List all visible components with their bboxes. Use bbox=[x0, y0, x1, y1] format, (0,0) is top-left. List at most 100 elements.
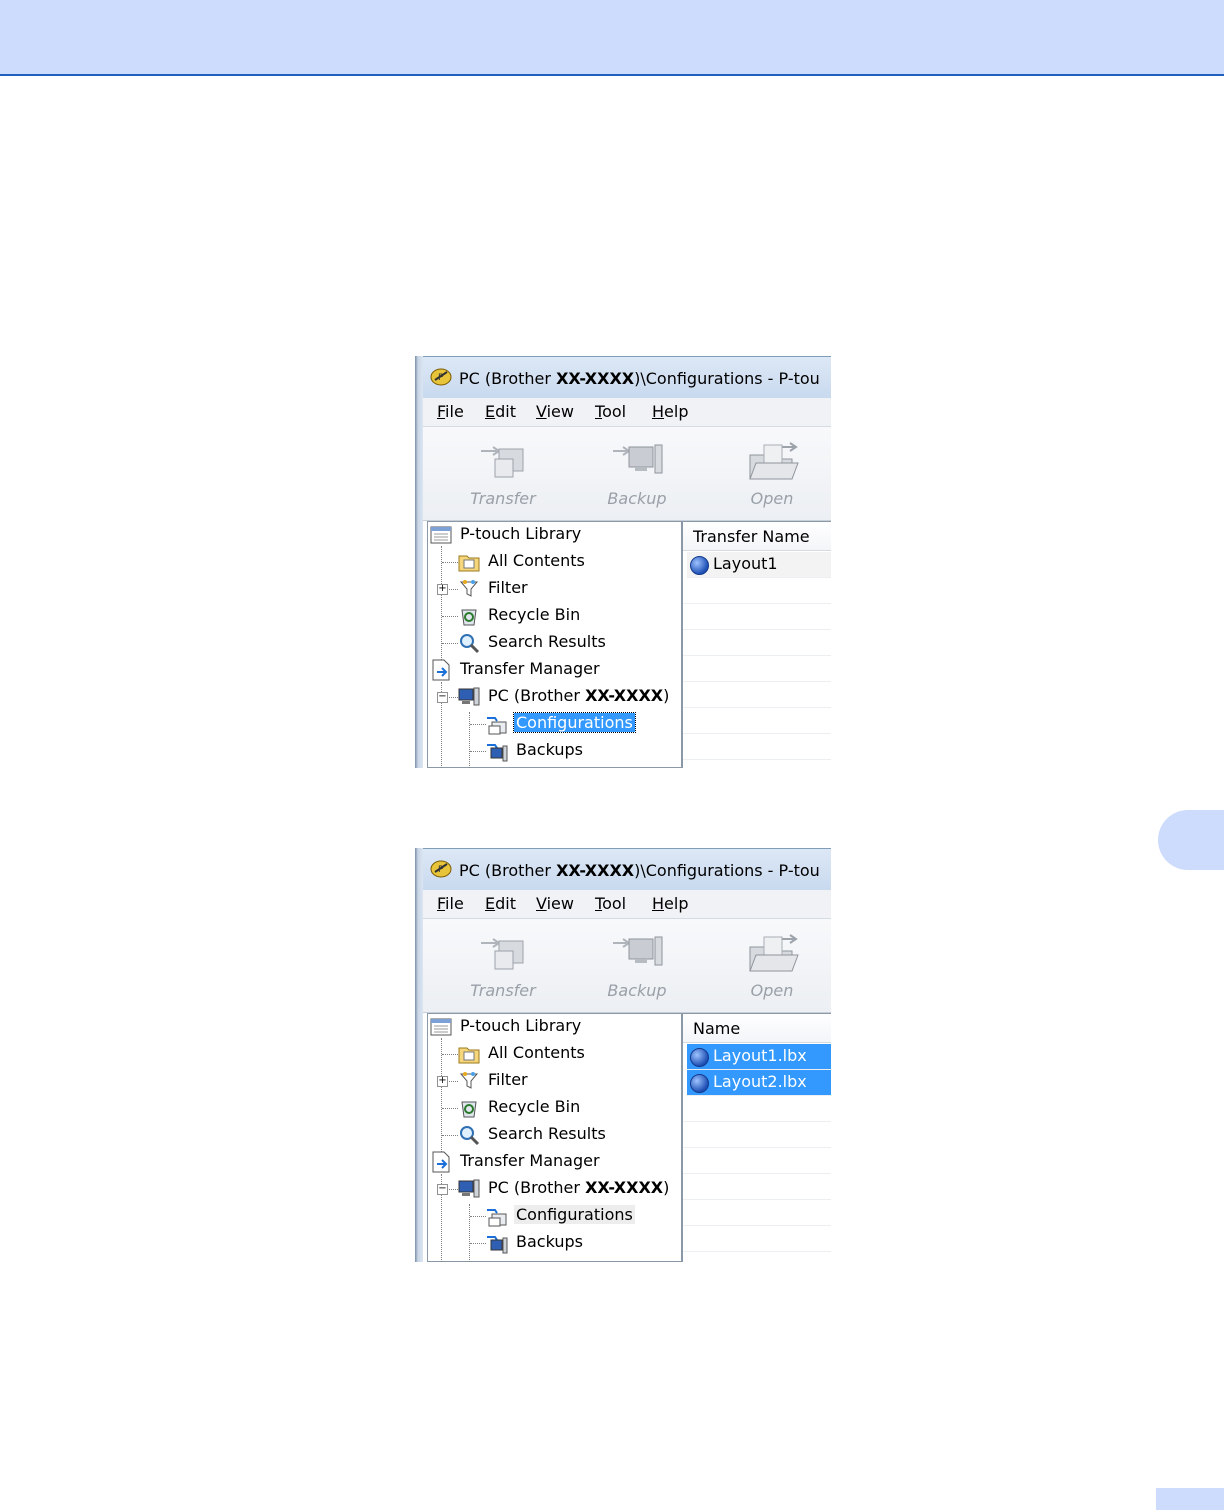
expand-filter-toggle[interactable]: + bbox=[437, 584, 448, 595]
tree-label: Recycle Bin bbox=[488, 605, 581, 624]
transfer-label: Transfer bbox=[470, 489, 536, 508]
menu-label-rest: iew bbox=[546, 402, 574, 421]
menu-file[interactable]: File bbox=[437, 894, 464, 913]
menu-edit[interactable]: Edit bbox=[485, 894, 516, 913]
tree-label: P-touch Library bbox=[460, 524, 582, 543]
open-button[interactable]: Open bbox=[722, 433, 822, 517]
grid-line bbox=[683, 681, 831, 682]
transfer-icon bbox=[481, 446, 524, 478]
tree-label: Backups bbox=[516, 1232, 583, 1251]
tree-line bbox=[442, 1108, 458, 1109]
transfer-button[interactable]: Transfer bbox=[453, 433, 553, 517]
computer-icon bbox=[458, 1179, 480, 1198]
list-row-label: Layout1 bbox=[713, 554, 778, 573]
list-row-layout2-lbx[interactable]: Layout2.lbx bbox=[687, 1070, 831, 1096]
tree-label: All Contents bbox=[488, 1043, 585, 1062]
tree-line bbox=[442, 562, 458, 563]
column-header-label: Transfer Name bbox=[693, 527, 810, 546]
menu-tool[interactable]: Tool bbox=[595, 402, 626, 421]
open-button[interactable]: Open bbox=[722, 925, 822, 1009]
menu-label-rest: elp bbox=[664, 402, 689, 421]
transfer-manager-icon bbox=[432, 659, 450, 681]
backups-icon bbox=[487, 1236, 508, 1254]
tree-line bbox=[470, 724, 486, 725]
tree-line bbox=[470, 1216, 486, 1217]
collapse-pc-toggle[interactable]: − bbox=[437, 692, 448, 703]
menu-label-rest: ile bbox=[445, 402, 464, 421]
backup-button[interactable]: Backup bbox=[587, 925, 687, 1009]
tree-line bbox=[442, 1135, 458, 1136]
recycle-bin-icon bbox=[461, 609, 477, 626]
grid-line bbox=[683, 1225, 831, 1226]
grid-line bbox=[683, 1121, 831, 1122]
menu-label-rest: iew bbox=[546, 894, 574, 913]
tree-pane: P-touch Library All Contents + Filter Re… bbox=[427, 521, 691, 768]
section-tab bbox=[1158, 810, 1224, 870]
app-icon: P bbox=[430, 368, 452, 386]
menu-tool[interactable]: Tool bbox=[595, 894, 626, 913]
menu-view[interactable]: View bbox=[536, 402, 574, 421]
grid-line bbox=[683, 655, 831, 656]
menu-accelerator: T bbox=[595, 402, 603, 421]
column-header-transfer-name[interactable]: Transfer Name bbox=[683, 522, 831, 551]
svg-text:P: P bbox=[438, 373, 444, 383]
menu-view[interactable]: View bbox=[536, 894, 574, 913]
menu-help[interactable]: Help bbox=[652, 402, 688, 421]
column-header-name[interactable]: Name bbox=[683, 1014, 831, 1043]
tree-label: Filter bbox=[488, 578, 528, 597]
menu-label-rest: dit bbox=[495, 402, 516, 421]
menu-accelerator: V bbox=[536, 894, 547, 913]
backup-button[interactable]: Backup bbox=[587, 433, 687, 517]
grid-line bbox=[683, 733, 831, 734]
page-number-tab bbox=[1156, 1488, 1224, 1510]
list-pane: Transfer Name Layout1 bbox=[681, 521, 831, 768]
search-icon bbox=[460, 634, 480, 654]
tree-label: Transfer Manager bbox=[460, 659, 600, 678]
backup-label: Backup bbox=[607, 489, 667, 508]
menu-edit[interactable]: Edit bbox=[485, 402, 516, 421]
recycle-bin-icon bbox=[461, 1101, 477, 1118]
toolbar: Transfer Backup Open bbox=[423, 919, 831, 1013]
title-bar: P PC (Brother XX-XXXX)\Configurations - … bbox=[423, 848, 831, 891]
menu-accelerator: E bbox=[485, 402, 496, 421]
tree-line bbox=[469, 1204, 470, 1262]
tree-line bbox=[470, 1243, 486, 1244]
library-icon bbox=[430, 526, 452, 544]
menu-accelerator: H bbox=[652, 894, 665, 913]
tree-label: Configurations bbox=[514, 1205, 635, 1224]
list-row-layout1-lbx[interactable]: Layout1.lbx bbox=[687, 1044, 831, 1070]
grid-line bbox=[683, 629, 831, 630]
open-folder-icon bbox=[749, 934, 799, 972]
menu-help[interactable]: Help bbox=[652, 894, 688, 913]
screenshot-transfer-manager-2: P PC (Brother XX-XXXX)\Configurations - … bbox=[415, 848, 831, 1262]
configurations-icon bbox=[487, 717, 507, 735]
layout-file-icon bbox=[690, 1048, 709, 1067]
grid-line bbox=[683, 1251, 831, 1252]
tree-label: P-touch Library bbox=[460, 1016, 582, 1035]
menu-file[interactable]: File bbox=[437, 402, 464, 421]
menu-label-rest: ile bbox=[445, 894, 464, 913]
title-bar: P PC (Brother XX-XXXX)\Configurations - … bbox=[423, 356, 831, 399]
tree-label-pc: PC (Brother XX-XXXX) bbox=[488, 1178, 670, 1197]
configurations-icon bbox=[487, 1209, 507, 1227]
list-row-label: Layout1.lbx bbox=[713, 1046, 807, 1065]
transfer-button[interactable]: Transfer bbox=[453, 925, 553, 1009]
tree-label: Configurations bbox=[513, 712, 636, 733]
tree-label: Transfer Manager bbox=[460, 1151, 600, 1170]
expand-filter-toggle[interactable]: + bbox=[437, 1076, 448, 1087]
tree-line bbox=[442, 1054, 458, 1055]
filter-icon bbox=[459, 580, 479, 597]
window-frame bbox=[415, 848, 423, 1262]
window-frame bbox=[415, 356, 423, 768]
transfer-icon bbox=[481, 938, 524, 970]
grid-line bbox=[683, 1199, 831, 1200]
grid-line bbox=[683, 1147, 831, 1148]
tree-line bbox=[442, 616, 458, 617]
open-label: Open bbox=[750, 981, 794, 1000]
collapse-pc-toggle[interactable]: − bbox=[437, 1184, 448, 1195]
tree-label: All Contents bbox=[488, 551, 585, 570]
menu-label-rest: ool bbox=[602, 894, 627, 913]
list-row-layout1[interactable]: Layout1 bbox=[687, 552, 831, 578]
layout-file-icon bbox=[690, 1074, 709, 1093]
backups-icon bbox=[487, 744, 508, 762]
